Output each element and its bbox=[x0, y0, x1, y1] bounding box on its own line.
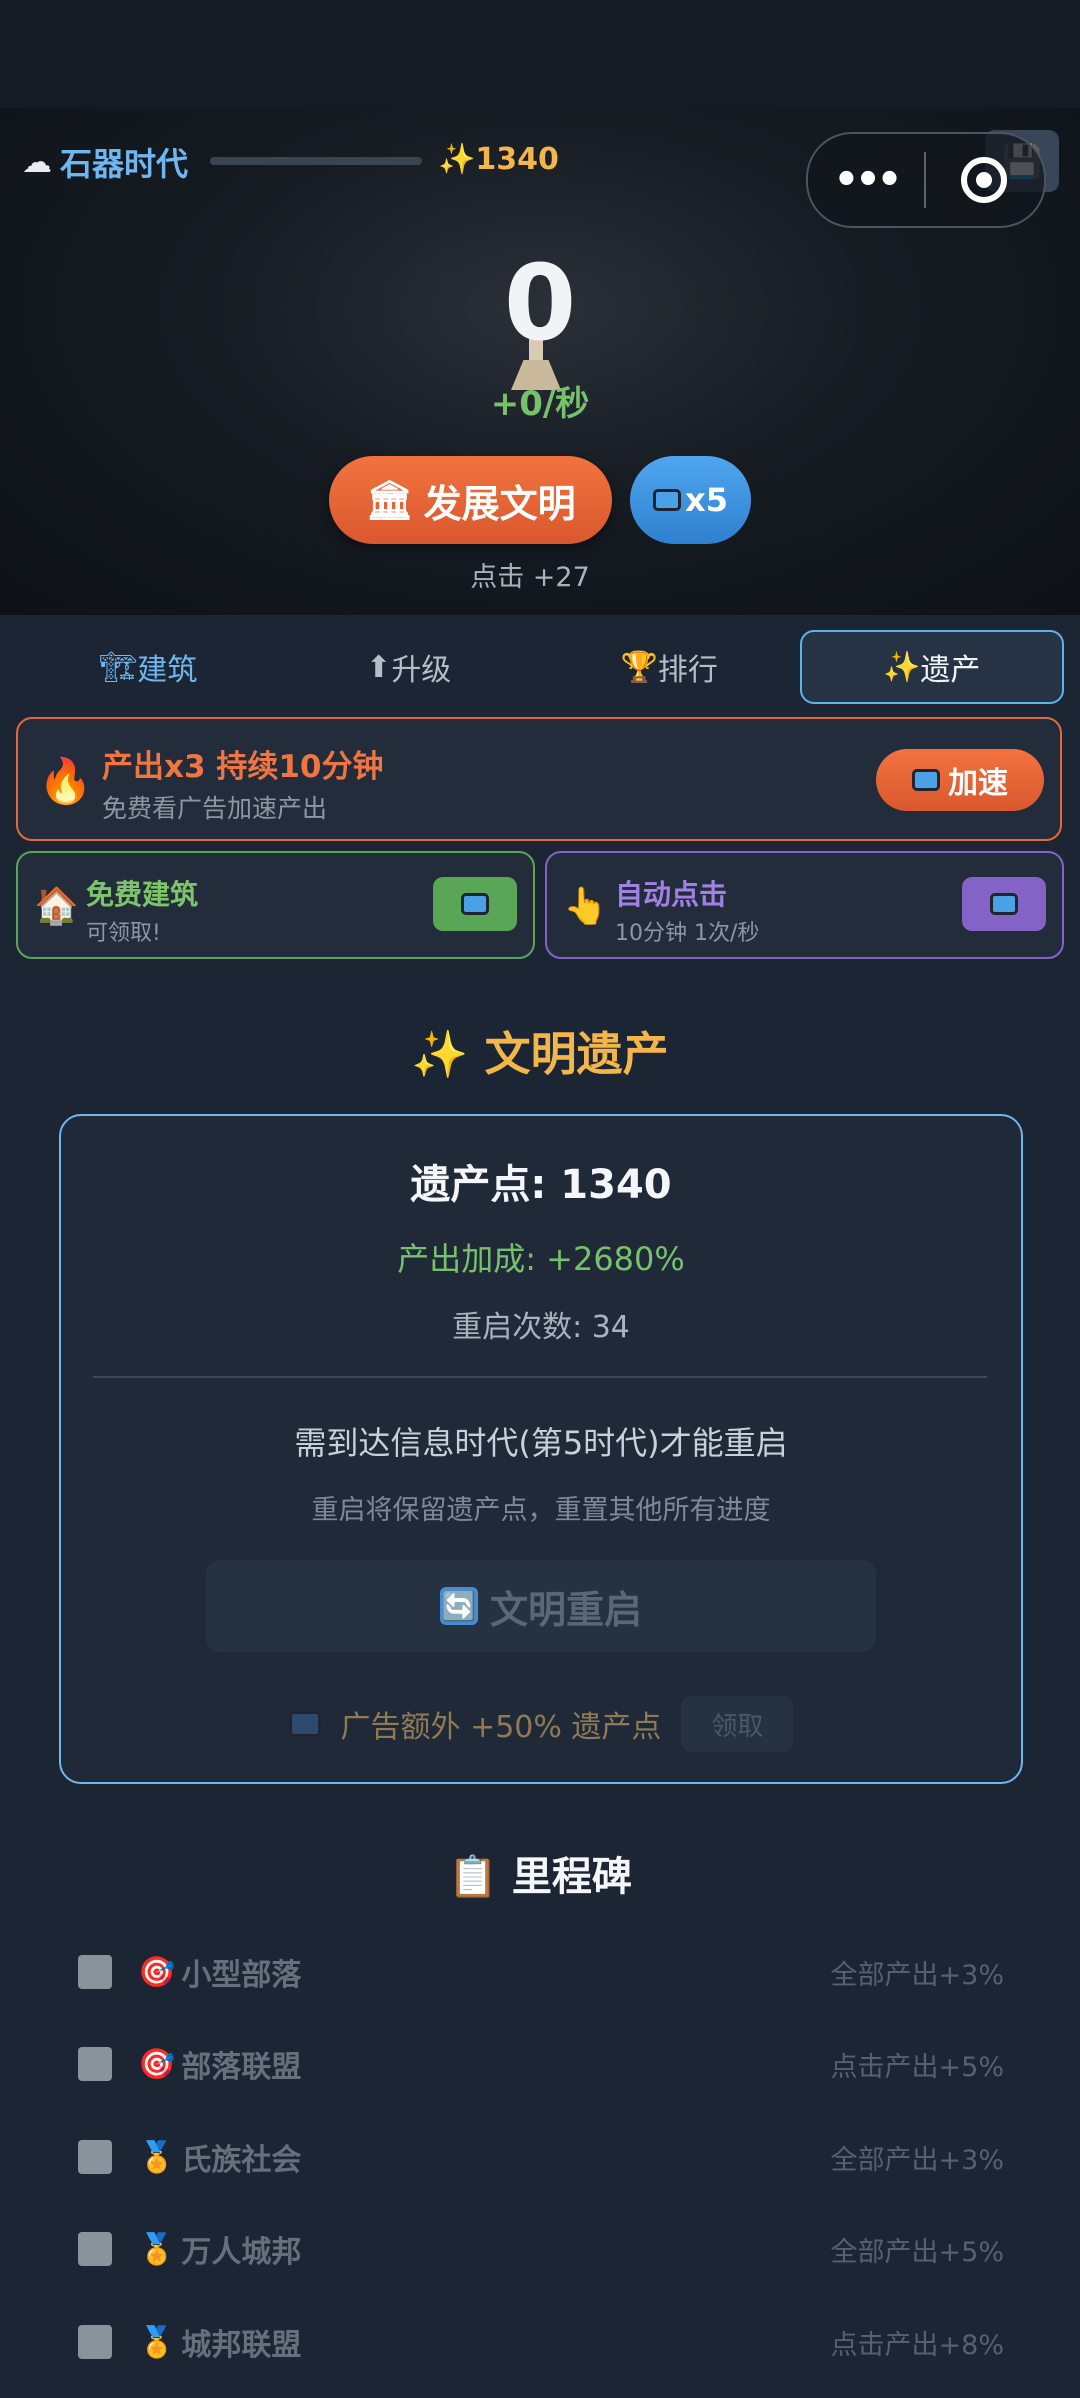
legacy-points-text: 遗产点: 1340 bbox=[410, 1162, 672, 1208]
tv-icon bbox=[461, 893, 489, 915]
ad-extra-bonus: 广告额外 +50% 遗产点 领取 bbox=[61, 1696, 1021, 1752]
milestone-name: 万人城邦 bbox=[181, 2235, 302, 2270]
boost-button[interactable]: 加速 bbox=[876, 749, 1044, 811]
milestone-name: 城邦联盟 bbox=[181, 2328, 302, 2363]
close-mini-program-button[interactable] bbox=[926, 157, 1042, 203]
tab-label: 建筑 bbox=[137, 653, 198, 688]
restart-civilization-button[interactable]: 🔄 文明重启 bbox=[206, 1560, 876, 1652]
pointing-hand-icon: 👆 bbox=[563, 886, 608, 927]
milestone-name: 部落联盟 bbox=[181, 2050, 302, 2085]
trophy-icon: 🏆 bbox=[620, 649, 658, 685]
legacy-points-chip: ✨ 1340 bbox=[438, 142, 559, 177]
tab-label: 遗产 bbox=[920, 653, 981, 688]
tv-icon bbox=[653, 489, 682, 511]
free-building-card: 🏠 免费建筑 可领取! bbox=[16, 851, 535, 959]
milestone-checkbox bbox=[78, 1955, 112, 1989]
boost-button-label: 加速 bbox=[948, 766, 1008, 801]
target-icon bbox=[961, 157, 1007, 203]
legacy-section-title: ✨ 文明遗产 bbox=[411, 1027, 669, 1081]
more-options-icon[interactable]: ••• bbox=[808, 157, 924, 203]
milestone-row: 🏅 万人城邦 全部产出+5% bbox=[78, 2219, 1004, 2279]
construction-icon: 🏗 bbox=[99, 649, 138, 685]
milestone-name: 氏族社会 bbox=[181, 2143, 302, 2178]
tab-legacy[interactable]: ✨ 遗产 bbox=[799, 630, 1064, 704]
milestone-effect: 全部产出+3% bbox=[830, 1959, 1004, 1991]
milestone-name: 小型部落 bbox=[181, 1958, 302, 1993]
auto-click-ad-button[interactable] bbox=[962, 877, 1046, 931]
restart-note: 重启将保留遗产点，重置其他所有进度 bbox=[311, 1495, 771, 1526]
tab-upgrades[interactable]: ⬆ 升级 bbox=[279, 630, 540, 704]
free-building-title: 免费建筑 bbox=[86, 878, 199, 911]
sparkle-icon: ✨ bbox=[438, 142, 476, 177]
production-rate: +0/秒 bbox=[490, 384, 590, 424]
auto-click-title: 自动点击 bbox=[615, 878, 728, 911]
medal-icon: 🏅 bbox=[138, 2324, 176, 2360]
house-icon: 🏠 bbox=[34, 886, 79, 927]
target-icon: 🎯 bbox=[138, 2046, 176, 2082]
milestone-row: 🎯 小型部落 全部产出+3% bbox=[78, 1942, 1004, 2002]
restart-label: 文明重启 bbox=[489, 1587, 642, 1632]
fire-icon: 🔥 bbox=[38, 756, 93, 807]
cloud-icon: ☁ bbox=[22, 144, 52, 180]
click-value-info: 点击 +27 bbox=[470, 562, 590, 593]
boost-title: 产出x3 持续10分钟 bbox=[102, 749, 384, 785]
milestone-checkbox bbox=[78, 2140, 112, 2174]
tab-buildings[interactable]: 🏗 建筑 bbox=[18, 630, 279, 704]
milestone-checkbox bbox=[78, 2232, 112, 2266]
refresh-icon: 🔄 bbox=[439, 1587, 478, 1625]
auto-click-card: 👆 自动点击 10分钟 1次/秒 bbox=[545, 851, 1064, 959]
milestone-checkbox bbox=[78, 2047, 112, 2081]
boost-subtitle: 免费看广告加速产出 bbox=[102, 794, 328, 823]
sparkle-icon: ✨ bbox=[883, 649, 921, 685]
milestones-title: 📋 里程碑 bbox=[448, 1854, 632, 1900]
auto-click-subtitle: 10分钟 1次/秒 bbox=[615, 921, 760, 946]
target-icon: 🎯 bbox=[138, 1954, 176, 1990]
divider bbox=[93, 1376, 987, 1378]
reset-count-text: 重启次数: 34 bbox=[452, 1310, 630, 1345]
boost-card: 🔥 产出x3 持续10分钟 免费看广告加速产出 加速 bbox=[16, 717, 1062, 841]
develop-civilization-button[interactable]: 🏛 发展文明 bbox=[329, 456, 612, 544]
milestone-effect: 全部产出+3% bbox=[830, 2144, 1004, 2176]
tv-icon bbox=[990, 893, 1018, 915]
mini-program-capsule: ••• bbox=[806, 132, 1046, 228]
medal-icon: 🏅 bbox=[138, 2139, 176, 2175]
free-building-ad-button[interactable] bbox=[433, 877, 517, 931]
arrow-up-icon: ⬆ bbox=[366, 649, 392, 685]
tab-ranking[interactable]: 🏆 排行 bbox=[539, 630, 800, 704]
tab-bar: 🏗 建筑 ⬆ 升级 🏆 排行 ✨ 遗产 bbox=[18, 630, 1064, 704]
milestone-row: 🎯 部落联盟 点击产出+5% bbox=[78, 2034, 1004, 2094]
milestone-checkbox bbox=[78, 2325, 112, 2359]
tv-icon bbox=[912, 769, 940, 791]
status-bar bbox=[0, 0, 1080, 108]
classical-building-icon: 🏛 bbox=[365, 477, 414, 522]
legacy-points-value: 1340 bbox=[475, 142, 559, 177]
ad-multiplier-button[interactable]: x5 bbox=[630, 456, 751, 544]
tv-icon bbox=[288, 1711, 321, 1737]
milestone-effect: 全部产出+5% bbox=[830, 2236, 1004, 2268]
tab-label: 升级 bbox=[391, 653, 452, 688]
era-indicator: ☁ 石器时代 bbox=[22, 142, 189, 184]
resource-count: 0 bbox=[503, 242, 577, 364]
milestone-effect: 点击产出+5% bbox=[830, 2051, 1004, 2083]
develop-label: 发展文明 bbox=[423, 481, 576, 526]
free-building-subtitle: 可领取! bbox=[86, 921, 161, 946]
production-bonus-text: 产出加成: +2680% bbox=[397, 1240, 685, 1278]
milestone-effect: 点击产出+8% bbox=[830, 2329, 1004, 2361]
era-progress-bar bbox=[210, 157, 422, 165]
ad-extra-text: 广告额外 +50% 遗产点 bbox=[340, 1710, 662, 1745]
claim-button[interactable]: 领取 bbox=[681, 1696, 794, 1752]
era-name: 石器时代 bbox=[60, 145, 189, 183]
tab-label: 排行 bbox=[657, 653, 718, 688]
legacy-card: 遗产点: 1340 产出加成: +2680% 重启次数: 34 需到达信息时代(… bbox=[59, 1114, 1023, 1784]
restart-requirement: 需到达信息时代(第5时代)才能重启 bbox=[294, 1424, 788, 1462]
milestone-row: 🏅 氏族社会 全部产出+3% bbox=[78, 2127, 1004, 2187]
ad-multiplier-label: x5 bbox=[685, 481, 728, 519]
milestone-row: 🏅 城邦联盟 点击产出+8% bbox=[78, 2312, 1004, 2372]
medal-icon: 🏅 bbox=[138, 2231, 176, 2267]
